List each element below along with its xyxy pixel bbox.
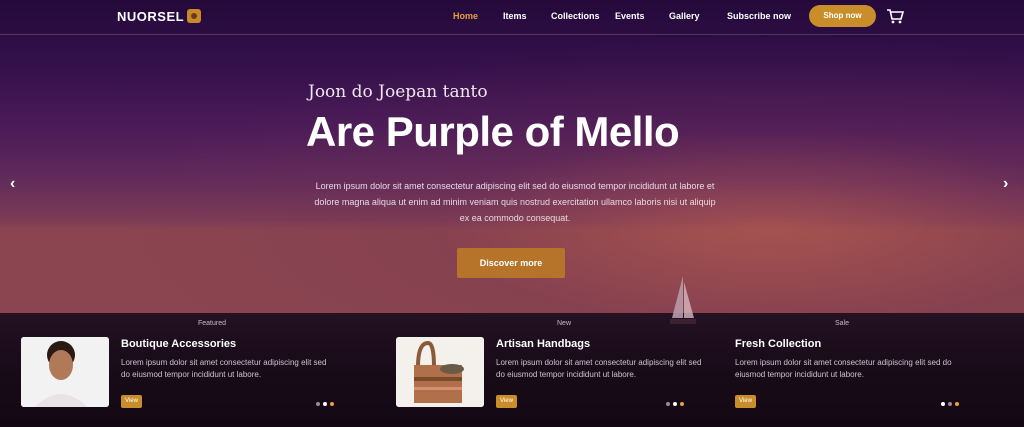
- nav-gallery[interactable]: Gallery: [669, 11, 700, 21]
- pagination-dot[interactable]: [680, 402, 684, 406]
- feature-card: Featured Boutique Accessories Lorem ipsu…: [0, 316, 370, 427]
- card-top-label: Sale: [835, 320, 850, 327]
- card-top-label: New: [557, 320, 572, 327]
- nav-subscribe[interactable]: Subscribe now: [727, 11, 791, 21]
- nav-items[interactable]: Items: [503, 11, 527, 21]
- nav-events[interactable]: Events: [615, 11, 645, 21]
- nav-home[interactable]: Home: [453, 11, 478, 21]
- card-title: Boutique Accessories: [121, 338, 237, 350]
- feature-card: Sale Fresh Collection Lorem ipsum dolor …: [735, 316, 1024, 427]
- card-top-label: Featured: [198, 320, 227, 327]
- cart-icon[interactable]: [886, 8, 904, 24]
- card-tag-button[interactable]: View: [496, 395, 517, 408]
- logo-badge-icon: [187, 9, 201, 23]
- shop-now-button[interactable]: Shop now: [809, 5, 876, 27]
- chevron-right-icon[interactable]: ›: [1003, 175, 1008, 193]
- card-text: Lorem ipsum dolor sit amet consectetur a…: [735, 358, 952, 379]
- hero-description: Lorem ipsum dolor sit amet consectetur a…: [314, 181, 716, 223]
- card-image-handbag: [396, 337, 484, 407]
- card-image-portrait: [21, 337, 109, 407]
- pagination-dot[interactable]: [941, 402, 945, 406]
- card-tag-button[interactable]: View: [121, 395, 142, 408]
- logo[interactable]: NUORSEL: [117, 9, 184, 24]
- pagination-dot[interactable]: [948, 402, 952, 406]
- card-pagination: [666, 402, 684, 406]
- pagination-dot[interactable]: [955, 402, 959, 406]
- chevron-left-icon[interactable]: ‹: [10, 175, 15, 193]
- pagination-dot[interactable]: [316, 402, 320, 406]
- card-title: Artisan Handbags: [496, 338, 591, 350]
- card-tag-button[interactable]: View: [735, 395, 756, 408]
- card-title: Fresh Collection: [735, 338, 822, 350]
- pagination-dot[interactable]: [323, 402, 327, 406]
- pagination-dot[interactable]: [330, 402, 334, 406]
- card-text: Lorem ipsum dolor sit amet consectetur a…: [496, 358, 702, 379]
- top-navigation: NUORSEL Home Items Collections Events Ga…: [0, 0, 1024, 35]
- discover-more-button[interactable]: Discover more: [457, 248, 565, 278]
- card-text: Lorem ipsum dolor sit amet consectetur a…: [121, 358, 327, 379]
- pagination-dot[interactable]: [673, 402, 677, 406]
- feature-card: New Artisan Handbags Lorem ipsum dolor s…: [375, 316, 715, 427]
- card-pagination: [941, 402, 959, 406]
- pagination-dot[interactable]: [666, 402, 670, 406]
- card-pagination: [316, 402, 334, 406]
- hero-headline: Are Purple of Mello: [306, 108, 680, 155]
- hero-eyebrow: Joon do Joepan tanto: [308, 82, 488, 102]
- nav-collections[interactable]: Collections: [551, 11, 600, 21]
